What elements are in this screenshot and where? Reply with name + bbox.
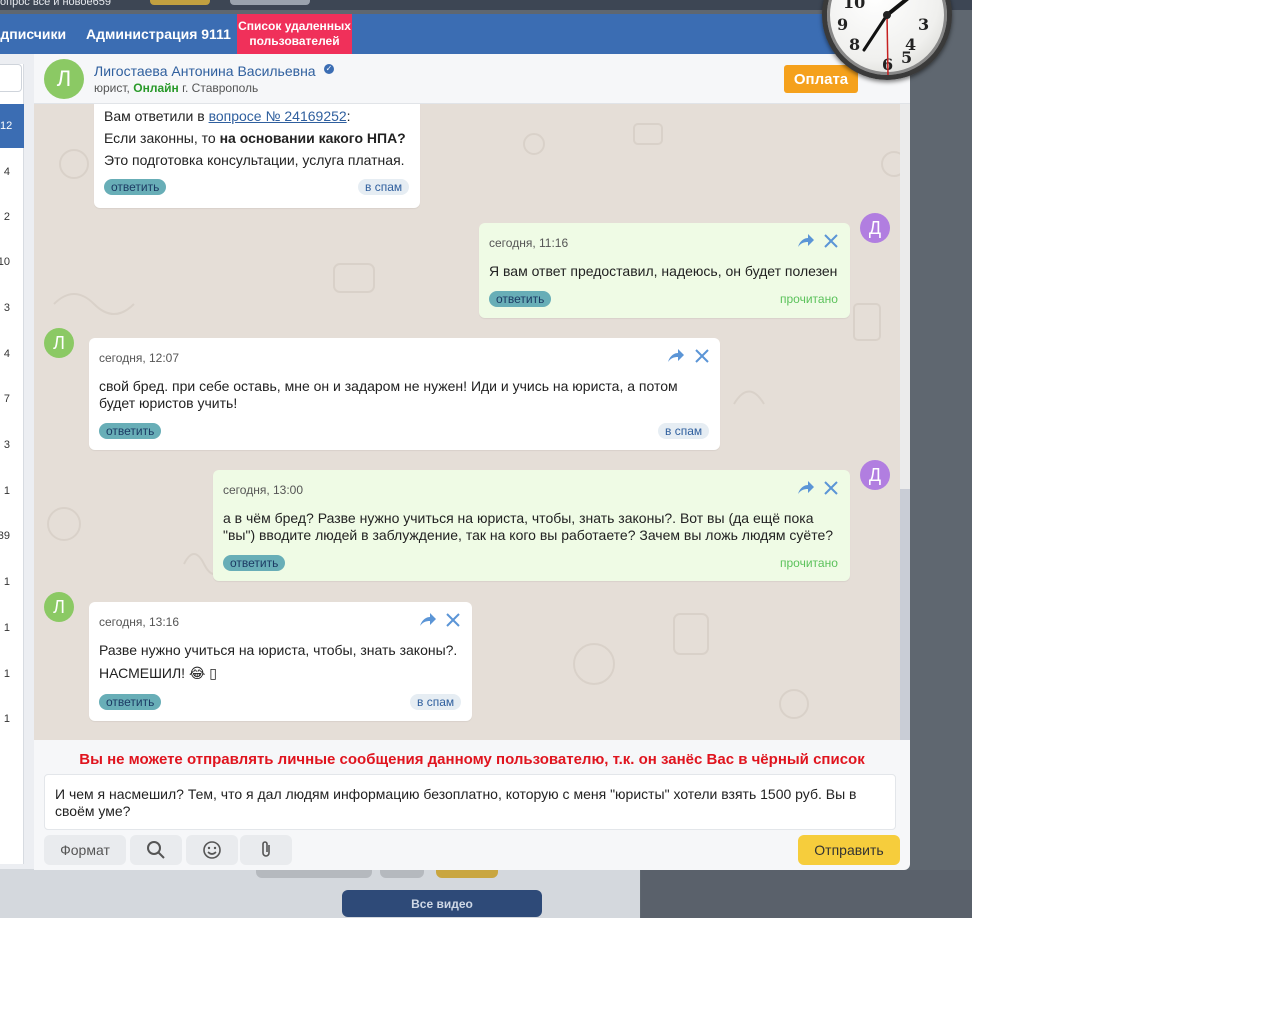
forward-arrow-icon[interactable]	[797, 233, 815, 249]
background-top-text: опрос все и новое659	[0, 0, 111, 8]
verified-icon: ✓	[324, 64, 334, 74]
search-button[interactable]	[130, 835, 182, 865]
message-input[interactable]: И чем я насмешил? Тем, что я дал людям и…	[44, 774, 896, 830]
contact-role: юрист,	[94, 81, 130, 95]
nav-deleted-users-line1: Список удаленных	[238, 19, 351, 33]
message-bubble-incoming: сегодня, 13:16 Разве нужно учиться на юр…	[89, 602, 472, 721]
conversation-count[interactable]: 2	[0, 195, 24, 239]
background-tab-a	[150, 0, 210, 5]
sender-avatar[interactable]: Л	[44, 328, 74, 358]
chat-header: Л Лигостаева Антонина Васильевна ✓ юрист…	[34, 54, 910, 104]
sender-avatar[interactable]: Л	[44, 592, 74, 622]
conversation-count[interactable]: 10	[0, 240, 24, 284]
nav-deleted-users-line2: пользователей	[249, 34, 340, 48]
reply-button[interactable]: ответить	[104, 179, 167, 195]
close-x-icon[interactable]	[694, 348, 710, 364]
spam-button[interactable]: в спам	[410, 694, 462, 710]
conversation-count[interactable]: 1	[0, 652, 24, 696]
nav-administration[interactable]: Администрация 9111	[86, 14, 231, 54]
conversation-count[interactable]: 39	[0, 514, 24, 558]
message-bubble-incoming: Вам ответили в вопросе № 24169252: Если …	[94, 104, 420, 208]
background-right-panel	[641, 870, 972, 918]
conversation-count[interactable]: 1	[0, 560, 24, 604]
contact-city: г. Ставрополь	[182, 81, 259, 95]
forward-arrow-icon[interactable]	[419, 612, 437, 628]
reply-button[interactable]: ответить	[489, 291, 552, 307]
conversation-count[interactable]: 4	[0, 150, 24, 194]
sender-avatar[interactable]: Д	[860, 213, 890, 243]
sender-avatar[interactable]: Д	[860, 460, 890, 490]
contact-meta: юрист, Онлайн г. Ставрополь	[94, 81, 258, 95]
online-status: Онлайн	[133, 81, 179, 95]
conversation-count[interactable]: 7	[0, 377, 24, 421]
forward-arrow-icon[interactable]	[797, 480, 815, 496]
message-text: Если законны, то на основании какого НПА…	[104, 130, 406, 147]
format-button[interactable]: Формат	[44, 835, 126, 865]
message-composer: Вы не можете отправлять личные сообщения…	[34, 740, 910, 870]
conversation-count[interactable]: 12	[0, 104, 24, 148]
spam-button[interactable]: в спам	[358, 179, 410, 195]
smiley-icon	[203, 841, 221, 859]
spam-button[interactable]: в спам	[658, 423, 710, 439]
nav-subscribers[interactable]: одписчики	[0, 14, 66, 54]
close-x-icon[interactable]	[823, 480, 839, 496]
chat-messages-area: Вам ответили в вопросе № 24169252: Если …	[34, 104, 910, 740]
question-link[interactable]: вопросе № 24169252	[209, 108, 347, 124]
message-text-part: Если законны, то	[104, 130, 220, 146]
analog-clock: 3 4 5 6 8 9 10	[822, 0, 952, 80]
background-tab-b	[230, 0, 310, 5]
close-x-icon[interactable]	[823, 233, 839, 249]
message-text: свой бред. при себе оставь, мне он и зад…	[99, 378, 678, 411]
message-time: сегодня, 13:00	[223, 483, 304, 497]
chat-scrollbar-thumb[interactable]	[900, 489, 910, 740]
contact-name[interactable]: Лигостаева Антонина Васильевна	[94, 63, 316, 79]
reply-button[interactable]: ответить	[223, 555, 286, 571]
conversation-count[interactable]: 3	[0, 423, 24, 467]
reply-button[interactable]: ответить	[99, 694, 162, 710]
message-bubble-outgoing: сегодня, 11:16 Я вам ответ предоставил, …	[479, 223, 850, 318]
top-navbar: одписчики Администрация 9111 Список удал…	[0, 14, 910, 54]
emoji-button[interactable]	[186, 835, 238, 865]
conversation-count[interactable]: 1	[0, 469, 24, 513]
send-button[interactable]: Отправить	[798, 835, 900, 865]
paperclip-icon	[262, 841, 270, 857]
message-time: сегодня, 12:07	[99, 351, 180, 365]
message-time: сегодня, 11:16	[489, 236, 569, 250]
contact-avatar[interactable]: Л	[44, 59, 84, 99]
message-text-part: :	[346, 108, 351, 124]
message-time: сегодня, 13:16	[99, 615, 180, 629]
conversation-count[interactable]: 3	[0, 286, 24, 330]
message-text: Разве нужно учиться на юриста, чтобы, зн…	[99, 642, 458, 658]
nav-deleted-users[interactable]: Список удаленных пользователей	[237, 14, 352, 54]
conversation-count[interactable]: 1	[0, 606, 24, 650]
conversation-sidebar: 12 4 2 10 3 4 7 3 1 39 1 1 1 1	[0, 54, 34, 869]
message-text-part: Вам ответили в	[104, 108, 209, 124]
search-icon	[147, 841, 165, 859]
close-x-icon[interactable]	[445, 612, 461, 628]
conversation-count[interactable]: 4	[0, 332, 24, 376]
message-bubble-outgoing: сегодня, 13:00 а в чём бред? Разве нужно…	[213, 470, 850, 581]
blacklist-warning: Вы не можете отправлять личные сообщения…	[79, 751, 865, 768]
forward-arrow-icon[interactable]	[667, 348, 685, 364]
message-text: Вам ответили в вопросе № 24169252:	[104, 108, 351, 125]
reply-button[interactable]: ответить	[99, 423, 162, 439]
read-status: прочитано	[780, 292, 838, 306]
clock-hands	[862, 0, 909, 76]
message-text: Я вам ответ предоставил, надеюсь, он буд…	[489, 263, 838, 279]
attach-button[interactable]	[240, 835, 292, 865]
message-text: Это подготовка консультации, услуга плат…	[104, 152, 405, 168]
sidebar-search-input[interactable]	[0, 64, 22, 92]
message-text: НАСМЕШИЛ! 😂 ▯	[99, 665, 217, 681]
message-text: а в чём бред? Разве нужно учиться на юри…	[223, 510, 834, 543]
all-videos-button[interactable]: Все видео	[342, 890, 542, 917]
message-bubble-incoming: сегодня, 12:07 свой бред. при себе остав…	[89, 338, 720, 450]
conversation-count[interactable]: 1	[0, 697, 24, 741]
message-text-bold: на основании какого НПА?	[219, 130, 406, 146]
read-status: прочитано	[780, 556, 838, 570]
